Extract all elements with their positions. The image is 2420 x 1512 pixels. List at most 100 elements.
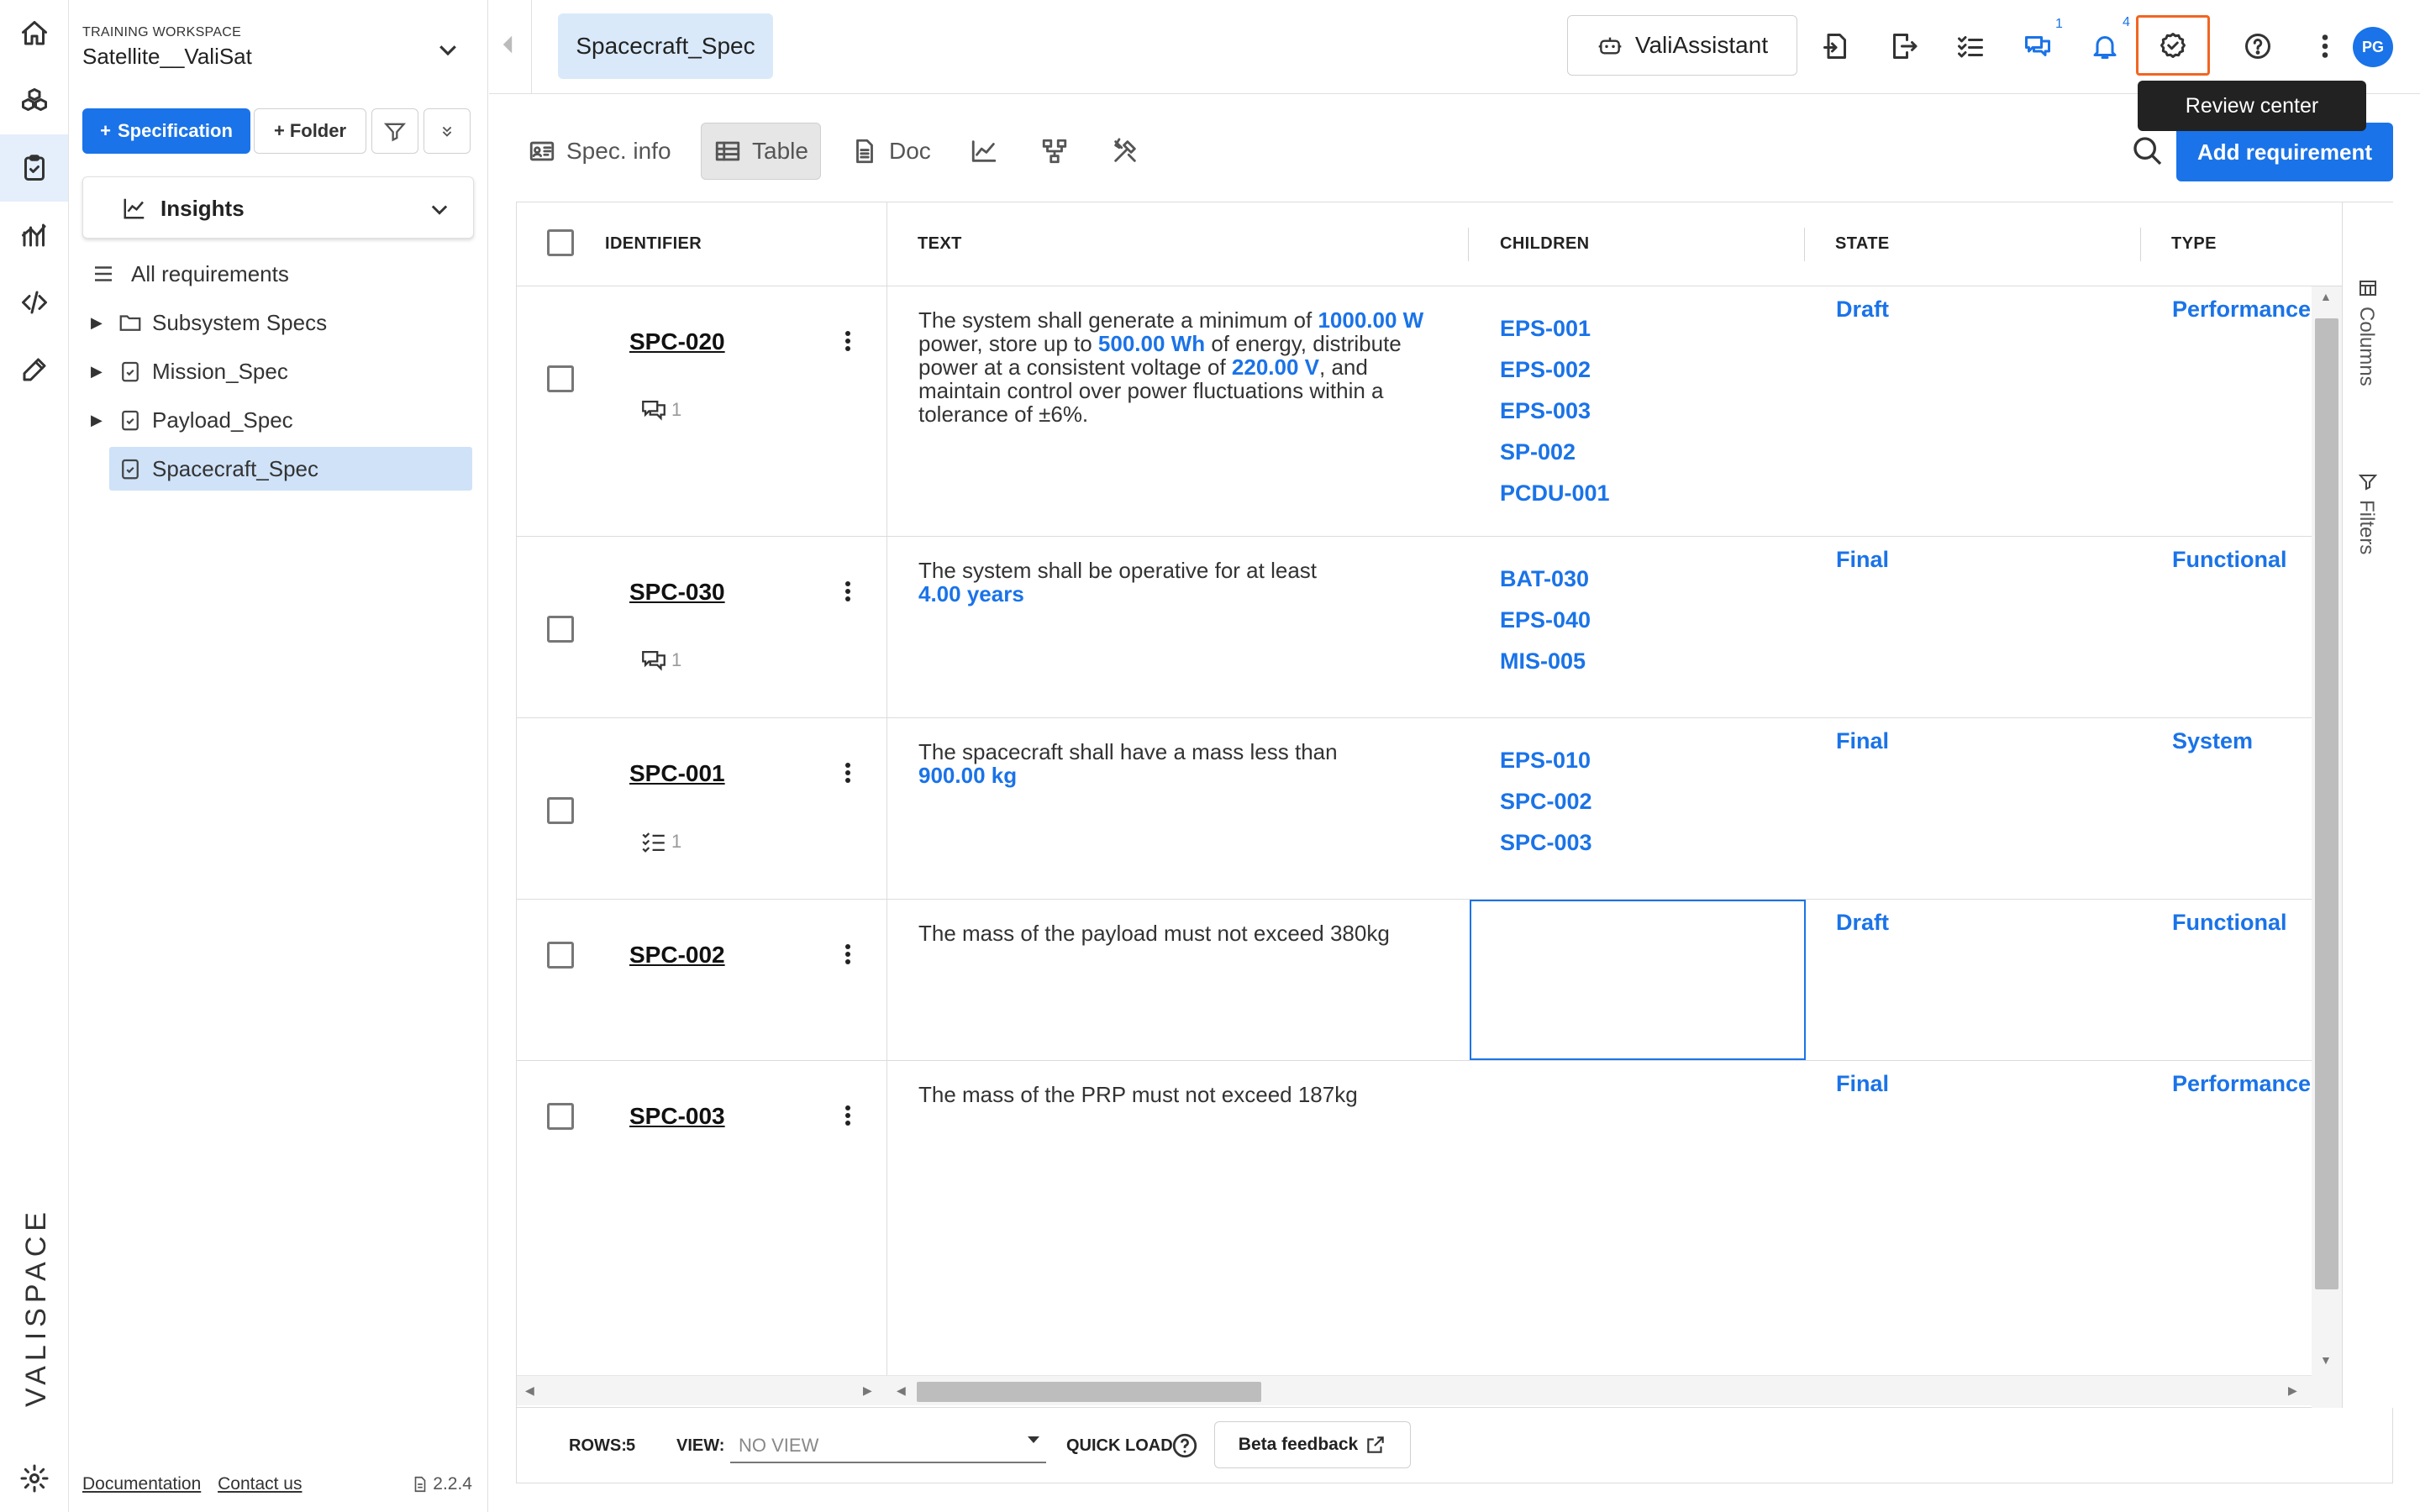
- filter-icon[interactable]: [2358, 471, 2378, 491]
- add-requirement-button[interactable]: Add requirement: [2176, 123, 2393, 181]
- row-menu-icon[interactable]: [841, 328, 855, 362]
- scroll-right-arrow-icon[interactable]: ▶: [863, 1383, 872, 1398]
- scroll-right-arrow-icon[interactable]: ▶: [2288, 1383, 2297, 1398]
- table-row[interactable]: SPC-003 The mass of the PRP must not exc…: [517, 1061, 2312, 1375]
- tree-item-spacecraft-spec[interactable]: Spacecraft_Spec: [69, 447, 488, 491]
- header-children[interactable]: CHILDREN: [1500, 234, 1590, 254]
- child-link[interactable]: EPS-002: [1500, 349, 1610, 391]
- collapse-all-button[interactable]: [424, 108, 471, 154]
- state-value[interactable]: Draft: [1836, 910, 1889, 936]
- import-icon[interactable]: [1815, 25, 1857, 67]
- chart-view-button[interactable]: [958, 123, 1010, 180]
- workspace-name[interactable]: Satellite__ValiSat: [82, 44, 252, 70]
- requirement-id-link[interactable]: SPC-001: [629, 760, 725, 787]
- columns-icon[interactable]: [2358, 278, 2378, 298]
- scroll-left-arrow-icon[interactable]: ◀: [897, 1383, 906, 1398]
- type-value[interactable]: System: [2172, 728, 2253, 754]
- requirement-id-link[interactable]: SPC-002: [629, 942, 725, 969]
- requirements-icon[interactable]: [0, 134, 68, 202]
- scroll-left-arrow-icon[interactable]: ◀: [525, 1383, 534, 1398]
- code-icon[interactable]: [0, 269, 68, 336]
- type-value[interactable]: Functional: [2172, 910, 2287, 936]
- state-value[interactable]: Draft: [1836, 297, 1889, 323]
- requirement-text[interactable]: The system shall generate a minimum of 1…: [918, 308, 1439, 426]
- tree-item-all-requirements[interactable]: All requirements: [69, 252, 488, 296]
- requirement-text[interactable]: The mass of the PRP must not exceed 187k…: [918, 1083, 1439, 1106]
- home-icon[interactable]: [0, 0, 68, 67]
- type-value[interactable]: Functional: [2172, 547, 2287, 573]
- state-value[interactable]: Final: [1836, 547, 1889, 573]
- chevron-down-icon[interactable]: [435, 37, 460, 62]
- children-cell-selected[interactable]: [1470, 900, 1806, 1060]
- export-icon[interactable]: [1882, 25, 1924, 67]
- child-link[interactable]: EPS-001: [1500, 308, 1610, 349]
- tree-item-payload-spec[interactable]: ▶ Payload_Spec: [69, 398, 488, 442]
- search-icon[interactable]: [2131, 134, 2168, 171]
- row-comments-indicator[interactable]: 1: [639, 646, 681, 675]
- child-link[interactable]: EPS-040: [1500, 600, 1591, 641]
- child-link[interactable]: SP-002: [1500, 432, 1610, 473]
- row-checkbox[interactable]: [547, 942, 574, 969]
- contact-link[interactable]: Contact us: [218, 1474, 302, 1494]
- checklist-icon[interactable]: [1949, 25, 1991, 67]
- expand-arrow-icon[interactable]: ▶: [91, 363, 103, 381]
- documentation-link[interactable]: Documentation: [82, 1474, 201, 1494]
- analytics-icon[interactable]: [0, 202, 68, 269]
- scroll-down-arrow-icon[interactable]: ▼: [2320, 1353, 2332, 1367]
- comments-icon[interactable]: [2017, 25, 2059, 67]
- help-icon[interactable]: [1171, 1431, 1199, 1460]
- table-row[interactable]: SPC-001 1 The spacecraft shall have a ma…: [517, 718, 2312, 900]
- header-identifier[interactable]: IDENTIFIER: [605, 234, 702, 254]
- requirement-id-link[interactable]: SPC-030: [629, 579, 725, 606]
- horizontal-scroll-thumb[interactable]: [917, 1382, 1261, 1402]
- tree-item-mission-spec[interactable]: ▶ Mission_Spec: [69, 349, 488, 393]
- scroll-up-arrow-icon[interactable]: ▲: [2320, 290, 2332, 303]
- row-checkbox[interactable]: [547, 797, 574, 824]
- row-comments-indicator[interactable]: 1: [639, 396, 681, 424]
- table-row[interactable]: SPC-030 1 The system shall be operative …: [517, 537, 2312, 718]
- horizontal-scrollbar[interactable]: [517, 1375, 2312, 1405]
- filters-toggle[interactable]: Filters: [2354, 500, 2378, 554]
- requirement-id-link[interactable]: SPC-020: [629, 328, 725, 355]
- expand-arrow-icon[interactable]: ▶: [91, 412, 103, 429]
- requirement-text[interactable]: The spacecraft shall have a mass less th…: [918, 740, 1439, 787]
- row-menu-icon[interactable]: [841, 760, 855, 794]
- more-vertical-icon[interactable]: [2304, 25, 2346, 67]
- filter-button[interactable]: [371, 108, 418, 154]
- add-folder-button[interactable]: + Folder: [254, 108, 366, 154]
- tab-spacecraft-spec[interactable]: Spacecraft_Spec: [558, 13, 773, 79]
- notifications-icon[interactable]: [2084, 25, 2126, 67]
- view-select[interactable]: NO VIEW: [730, 1426, 1046, 1463]
- collapse-sidebar-icon[interactable]: [501, 34, 518, 59]
- components-icon[interactable]: [0, 67, 68, 134]
- select-all-checkbox[interactable]: [547, 229, 574, 256]
- type-value[interactable]: Performance: [2172, 1071, 2311, 1097]
- child-link[interactable]: SPC-003: [1500, 822, 1592, 864]
- row-checkbox[interactable]: [547, 1103, 574, 1130]
- row-checkbox[interactable]: [547, 365, 574, 392]
- tools-view-button[interactable]: [1099, 123, 1151, 180]
- header-text[interactable]: TEXT: [918, 234, 962, 254]
- table-row[interactable]: SPC-020 1 The system shall generate a mi…: [517, 286, 2312, 537]
- row-menu-icon[interactable]: [841, 1103, 855, 1137]
- state-value[interactable]: Final: [1836, 728, 1889, 754]
- table-view-button[interactable]: Table: [701, 123, 821, 180]
- child-link[interactable]: PCDU-001: [1500, 473, 1610, 514]
- requirement-id-link[interactable]: SPC-003: [629, 1103, 725, 1130]
- child-link[interactable]: EPS-003: [1500, 391, 1610, 432]
- row-menu-icon[interactable]: [841, 579, 855, 612]
- table-row[interactable]: SPC-002 The mass of the payload must not…: [517, 900, 2312, 1061]
- columns-toggle[interactable]: Columns: [2354, 307, 2378, 386]
- valiassistant-button[interactable]: ValiAssistant: [1567, 15, 1797, 76]
- requirement-text[interactable]: The system shall be operative for at lea…: [918, 559, 1439, 606]
- row-menu-icon[interactable]: [841, 942, 855, 975]
- state-value[interactable]: Final: [1836, 1071, 1889, 1097]
- type-value[interactable]: Performance: [2172, 297, 2311, 323]
- review-center-button[interactable]: [2136, 15, 2210, 76]
- tree-item-subsystem-specs[interactable]: ▶ Subsystem Specs: [69, 301, 488, 344]
- beta-feedback-button[interactable]: Beta feedback: [1214, 1421, 1411, 1468]
- pen-icon[interactable]: [0, 336, 68, 403]
- doc-view-button[interactable]: Doc: [839, 123, 943, 180]
- insights-panel-toggle[interactable]: Insights: [82, 176, 474, 239]
- tree-view-button[interactable]: [1028, 123, 1081, 180]
